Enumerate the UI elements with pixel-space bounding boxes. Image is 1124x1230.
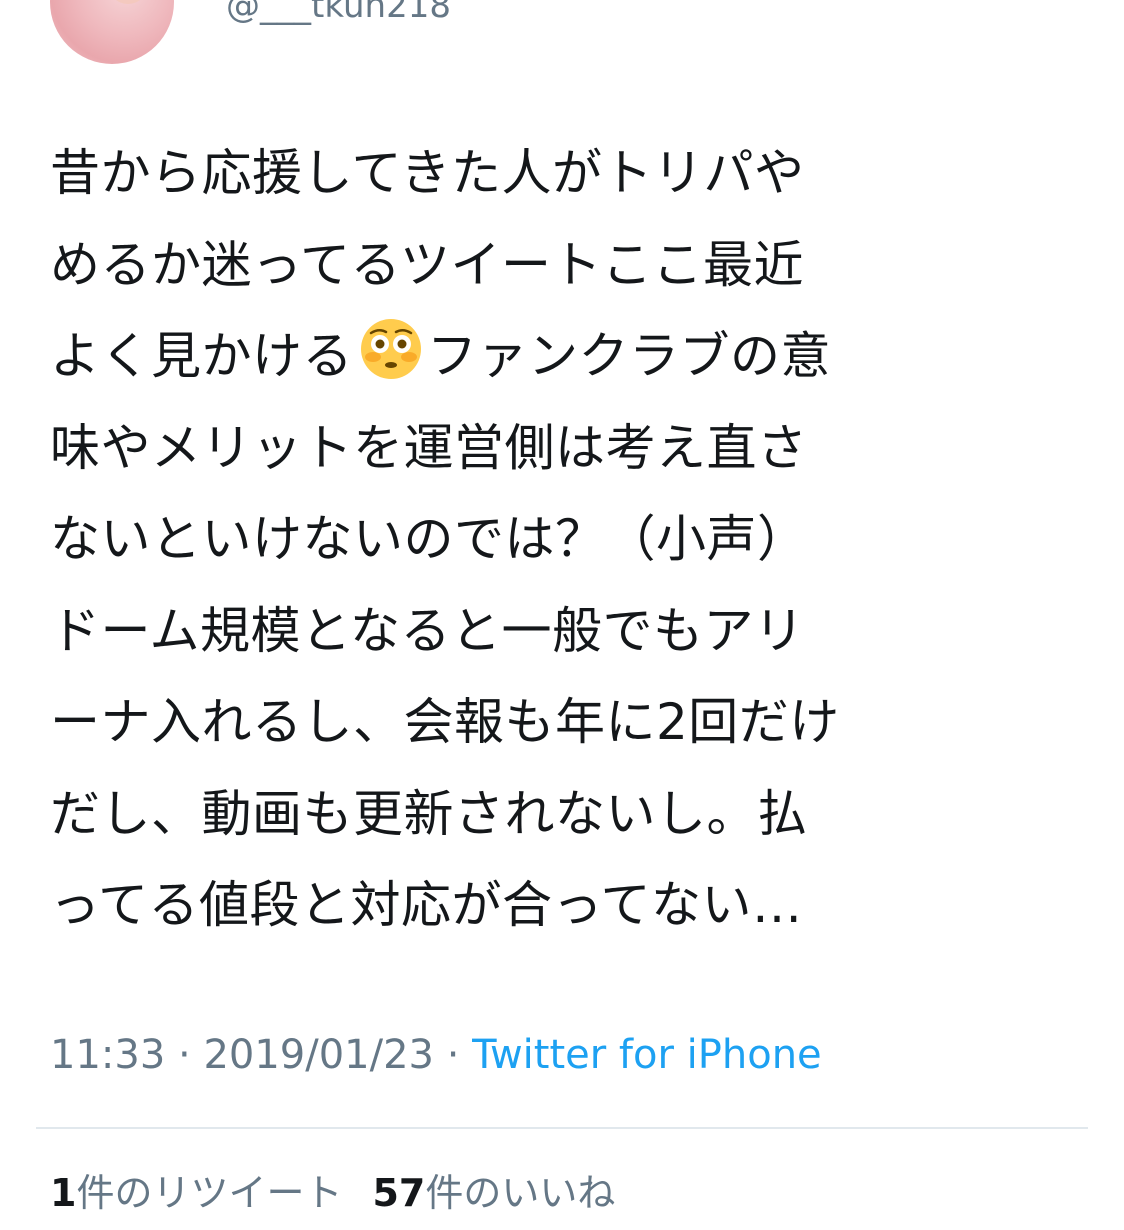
tweet-text-line: ってる値段と対応が合ってない… xyxy=(50,876,803,934)
avatar[interactable] xyxy=(50,0,174,64)
tweet-text-line: めるか迷ってるツイートここ最近 xyxy=(50,235,804,294)
likes-stat[interactable]: 57件のいいね xyxy=(372,1171,615,1215)
tweet-time[interactable]: 11:33 xyxy=(50,1032,165,1078)
meta-separator: · xyxy=(446,1032,460,1078)
flushed-face-icon xyxy=(359,317,423,381)
likes-label: 件のいいね xyxy=(425,1171,616,1215)
tweet-text-line: ドーム規模となると一般でもアリ xyxy=(50,601,805,660)
tweet-source-link[interactable]: Twitter for iPhone xyxy=(472,1032,822,1078)
tweet-text-line: 味やメリットを運営側は考え直さ xyxy=(50,418,808,477)
tweet-text-line: だし、動画も更新されないし。払 xyxy=(50,784,808,843)
tweet-text-line: ーナ入れるし、会報も年に2回だけ xyxy=(50,693,840,751)
tweet-text-line: 昔から応援してきた人がトリパや xyxy=(50,144,805,202)
meta-separator: · xyxy=(178,1032,191,1078)
retweets-count: 1 xyxy=(50,1171,77,1215)
tweet-text-segment: よく見かける xyxy=(50,327,353,385)
avatar-face xyxy=(108,0,148,4)
tweet-stats: 1件のリツイート 57件のいいね xyxy=(50,1170,615,1216)
tweet-text: 昔から応援してきた人がトリパや めるか迷ってるツイートここ最近 よく見かける フ… xyxy=(50,128,1090,952)
tweet-text-line: ないといけないのでは？（小声） xyxy=(50,510,808,568)
retweets-stat[interactable]: 1件のリツイート xyxy=(50,1171,342,1215)
tweet-date[interactable]: 2019/01/23 xyxy=(203,1032,434,1078)
likes-count: 57 xyxy=(372,1171,426,1215)
tweet-meta: 11:33 · 2019/01/23 · Twitter for iPhone xyxy=(50,1030,822,1080)
tweet-text-line: よく見かける ファンクラブの意 xyxy=(50,311,1090,403)
retweets-label: 件のリツイート xyxy=(76,1171,343,1215)
tweet-detail: @___tkun218 昔から応援してきた人がトリパや めるか迷ってるツイートこ… xyxy=(0,0,1124,1230)
tweet-text-segment: ファンクラブの意 xyxy=(427,327,831,385)
user-handle[interactable]: @___tkun218 xyxy=(226,0,451,26)
tweet-header: @___tkun218 xyxy=(0,0,1124,80)
divider xyxy=(36,1127,1088,1129)
